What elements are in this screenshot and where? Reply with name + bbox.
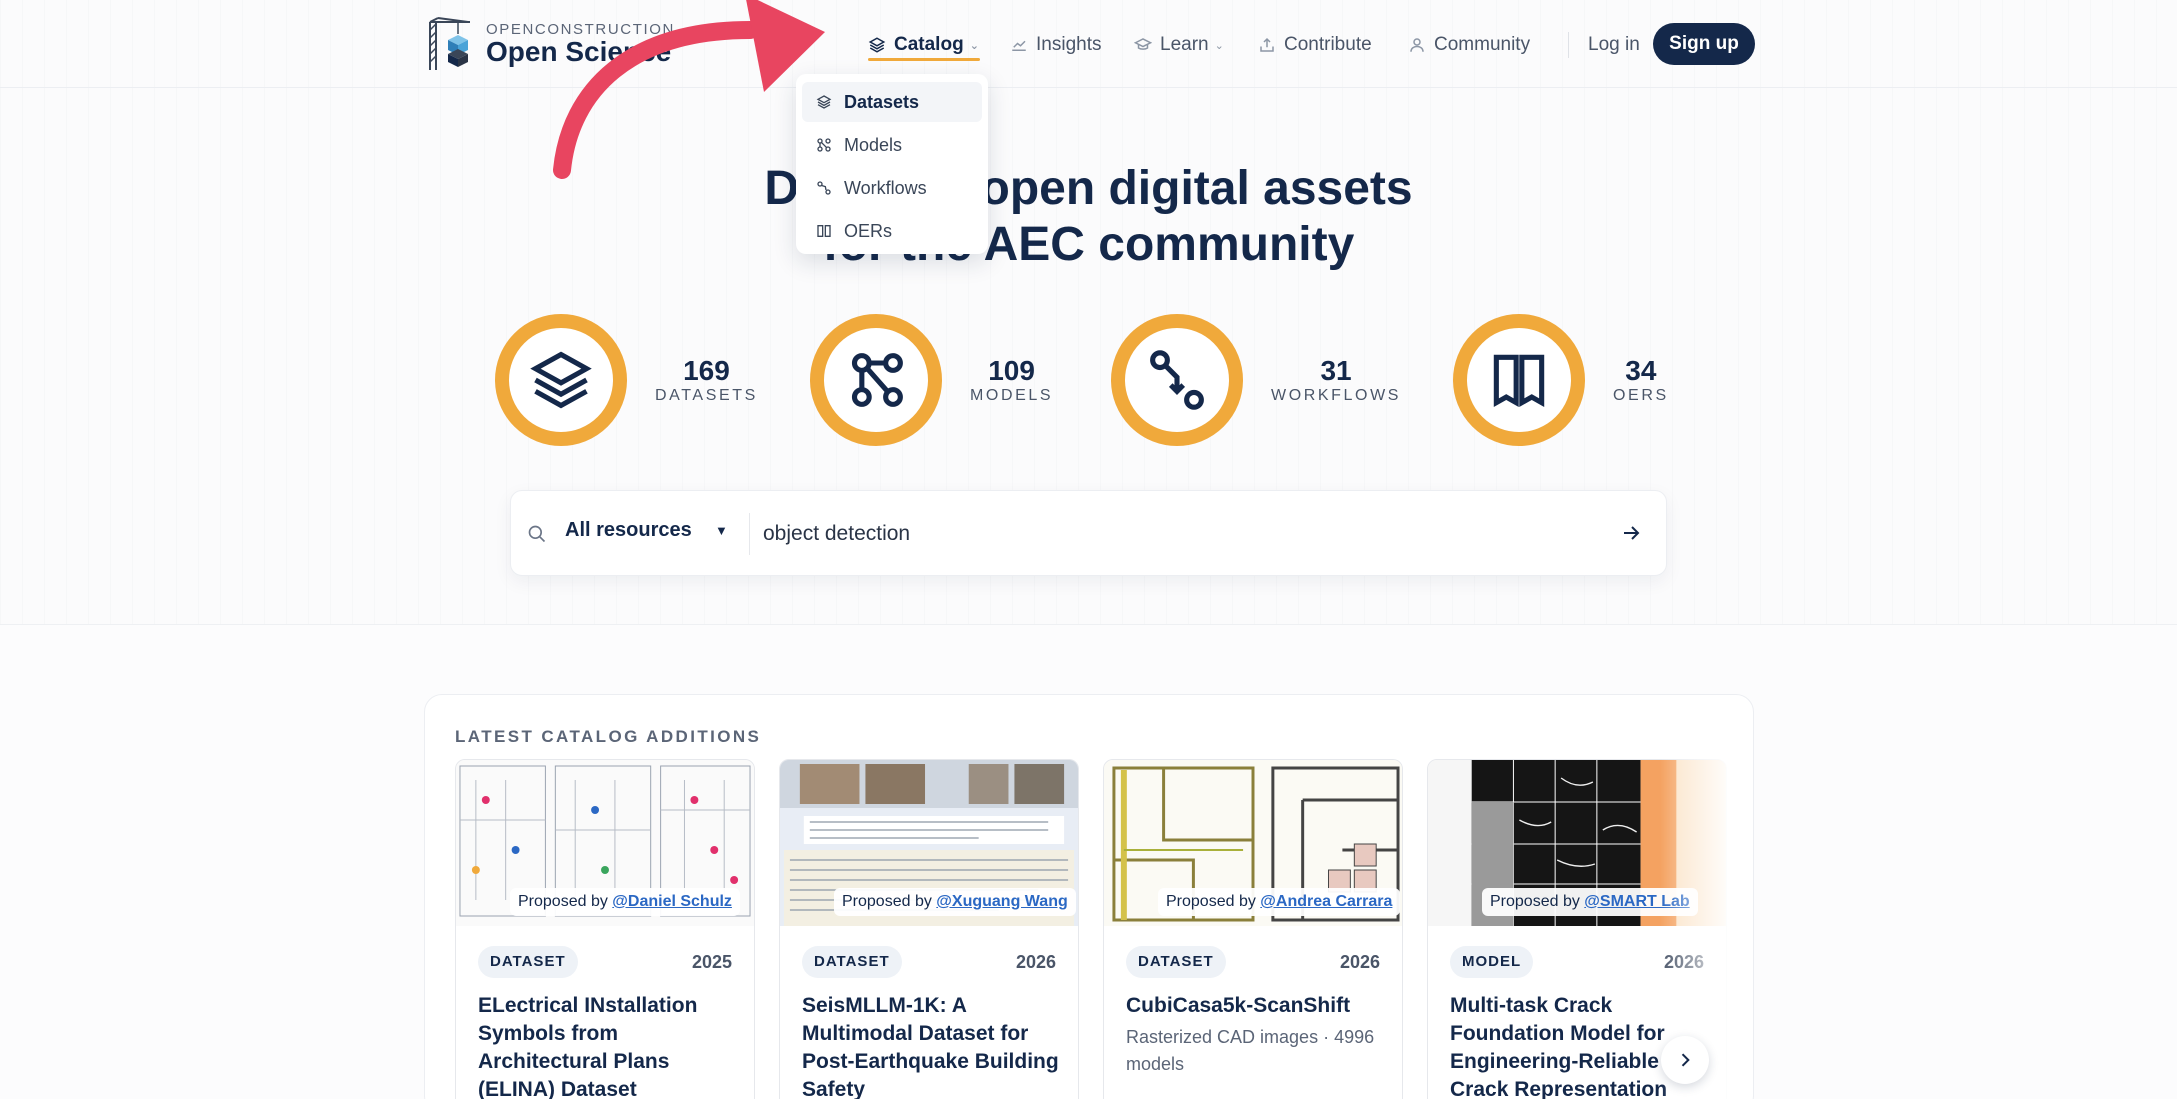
stat-label: OERS bbox=[1613, 387, 1669, 404]
card-year: 2026 bbox=[1339, 952, 1380, 972]
proposed-by-label: Proposed by @Xuguang Wang bbox=[834, 888, 1076, 916]
proposed-by-label: Proposed by @Daniel Schulz bbox=[510, 888, 740, 916]
latest-additions-section: LATEST CATALOG ADDITIONS Proposed by @Da… bbox=[424, 694, 1754, 1099]
nav-learn-label: Learn bbox=[1160, 34, 1209, 55]
catalog-card[interactable]: Proposed by @Andrea Carrara DATASET 2026… bbox=[1103, 759, 1403, 1099]
stat-label: WORKFLOWS bbox=[1271, 387, 1402, 404]
dropdown-item-label: Models bbox=[844, 134, 903, 155]
nav-catalog-label: Catalog bbox=[894, 34, 964, 55]
stat-label: DATASETS bbox=[655, 387, 758, 404]
card-year: 2026 bbox=[1015, 952, 1056, 972]
annotation-arrow bbox=[553, 0, 825, 179]
stat-ring bbox=[810, 314, 942, 446]
stat-workflows[interactable]: 31 WORKFLOWS bbox=[1111, 314, 1401, 446]
signup-button[interactable]: Sign up bbox=[1653, 23, 1755, 65]
search-bar: All resources ▼ bbox=[510, 490, 1667, 576]
stat-oers[interactable]: 34 OERS bbox=[1453, 314, 1669, 446]
main-nav: Catalog ⌄ Insights Learn ⌄ Contribute Co… bbox=[0, 30, 2177, 60]
nav-active-indicator bbox=[868, 58, 980, 61]
proposed-prefix: Proposed by bbox=[518, 893, 608, 910]
stat-value: 109 bbox=[988, 355, 1035, 386]
section-title: LATEST CATALOG ADDITIONS bbox=[455, 727, 762, 746]
nav-divider bbox=[1568, 32, 1569, 58]
type-badge: DATASET bbox=[478, 946, 578, 978]
proposed-prefix: Proposed by bbox=[1166, 893, 1256, 910]
layers-icon bbox=[868, 37, 886, 53]
search-input[interactable] bbox=[763, 513, 1583, 555]
stat-datasets[interactable]: 169 DATASETS bbox=[495, 314, 758, 446]
chevron-down-icon: ⌄ bbox=[1214, 39, 1224, 52]
resource-scope-select[interactable]: All resources bbox=[565, 519, 692, 542]
proposed-prefix: Proposed by bbox=[842, 893, 932, 910]
card-title[interactable]: ELectrical INstallation Symbols from Arc… bbox=[478, 992, 740, 1099]
graduation-cap-icon bbox=[1134, 38, 1152, 50]
catalog-card[interactable]: Proposed by @Daniel Schulz DATASET 2025 … bbox=[455, 759, 755, 1099]
nav-community-label: Community bbox=[1434, 34, 1531, 55]
carousel-next-button[interactable] bbox=[1661, 1036, 1709, 1084]
site-header: OPENCONSTRUCTION Open Science Catalog ⌄ … bbox=[0, 0, 2177, 88]
proposed-by-label: Proposed by @Andrea Carrara bbox=[1158, 888, 1401, 916]
dropdown-item-label: Datasets bbox=[844, 91, 920, 112]
hero-title-line-2: for the AEC community bbox=[822, 218, 1355, 271]
nav-catalog[interactable]: Catalog ⌄ bbox=[868, 30, 979, 60]
nav-learn[interactable]: Learn ⌄ bbox=[1134, 30, 1224, 60]
stat-value: 31 bbox=[1320, 355, 1352, 386]
stat-value: 169 bbox=[683, 355, 730, 386]
stat-ring bbox=[1453, 314, 1585, 446]
arrow-right-icon[interactable] bbox=[1619, 521, 1643, 545]
login-link[interactable]: Log in bbox=[1588, 30, 1640, 60]
dropdown-item-label: OERs bbox=[844, 220, 893, 241]
workflow-icon bbox=[1150, 350, 1204, 410]
catalog-card[interactable]: Proposed by @Xuguang Wang DATASET 2026 S… bbox=[779, 759, 1079, 1099]
stat-ring bbox=[1111, 314, 1243, 446]
author-link[interactable]: @Andrea Carrara bbox=[1260, 893, 1392, 910]
upload-icon bbox=[1260, 37, 1274, 52]
dropdown-item-label: Workflows bbox=[844, 177, 927, 198]
nav-community[interactable]: Community bbox=[1408, 30, 1530, 60]
hero-title-line-1: Discover open digital assets bbox=[764, 162, 1413, 215]
nav-insights-label: Insights bbox=[1036, 34, 1102, 55]
nav-contribute[interactable]: Contribute bbox=[1258, 30, 1372, 60]
nav-insights[interactable]: Insights bbox=[1010, 30, 1101, 60]
type-badge: DATASET bbox=[802, 946, 902, 978]
nav-contribute-label: Contribute bbox=[1284, 34, 1372, 55]
caret-down-icon[interactable]: ▼ bbox=[715, 523, 728, 538]
type-badge: DATASET bbox=[1126, 946, 1226, 978]
stat-label: MODELS bbox=[970, 387, 1054, 404]
proposed-prefix: Proposed by bbox=[1490, 893, 1580, 910]
card-year: 2025 bbox=[691, 952, 732, 972]
graph-nodes-icon bbox=[851, 353, 903, 407]
card-title[interactable]: SeisMLLM-1K: A Multimodal Dataset for Po… bbox=[802, 992, 1064, 1099]
book-open-icon bbox=[817, 225, 831, 237]
chart-icon bbox=[1012, 40, 1026, 51]
dropdown-item-oers[interactable]: OERs bbox=[802, 211, 982, 251]
user-icon bbox=[1410, 38, 1424, 52]
stat-models[interactable]: 109 MODELS bbox=[810, 314, 1053, 446]
stat-ring bbox=[495, 314, 627, 446]
author-link[interactable]: @Xuguang Wang bbox=[936, 893, 1067, 910]
card-title[interactable]: CubiCasa5k-ScanShift bbox=[1126, 992, 1388, 1020]
chevron-down-icon: ⌄ bbox=[969, 39, 979, 52]
type-badge: MODEL bbox=[1450, 946, 1534, 978]
book-open-icon bbox=[1493, 354, 1545, 408]
stat-value: 34 bbox=[1625, 355, 1657, 386]
chevron-right-icon bbox=[1681, 1053, 1690, 1067]
layers-icon bbox=[530, 351, 592, 409]
card-description: Rasterized CAD images · 4996 models bbox=[1126, 1027, 1375, 1074]
author-link[interactable]: @Daniel Schulz bbox=[612, 893, 732, 910]
search-icon bbox=[528, 525, 546, 543]
search-divider bbox=[749, 513, 750, 555]
